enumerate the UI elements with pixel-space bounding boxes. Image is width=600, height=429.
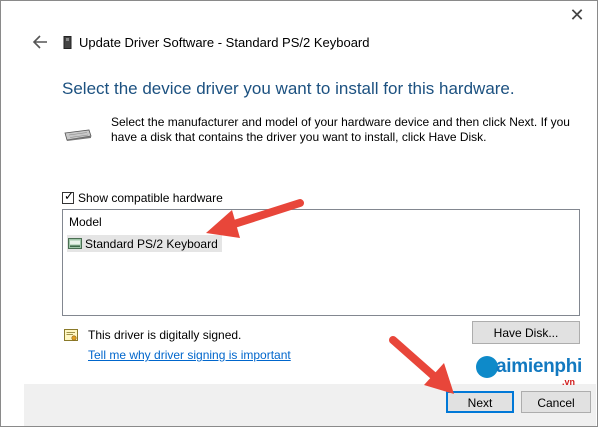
back-arrow-icon[interactable] <box>31 34 49 50</box>
list-item[interactable]: Standard PS/2 Keyboard <box>67 235 222 252</box>
checkmark-icon: ✓ <box>64 189 75 203</box>
instructions-text: Select the manufacturer and model of you… <box>111 115 570 144</box>
have-disk-button[interactable]: Have Disk... <box>472 321 580 344</box>
keyboard-device-icon <box>68 238 82 249</box>
certificate-icon <box>64 329 78 341</box>
show-compatible-label: Show compatible hardware <box>78 191 223 205</box>
model-list[interactable]: Model Standard PS/2 Keyboard <box>62 209 580 316</box>
page-heading: Select the device driver you want to ins… <box>62 79 515 98</box>
watermark-domain: .vn <box>562 377 576 387</box>
keyboard-icon <box>64 129 92 141</box>
signing-status: This driver is digitally signed. <box>88 328 242 342</box>
list-item-label: Standard PS/2 Keyboard <box>85 236 218 251</box>
device-icon <box>63 36 72 49</box>
window-title: Update Driver Software - Standard PS/2 K… <box>79 35 370 50</box>
close-button[interactable]: ✕ <box>567 6 587 26</box>
driver-signing-link[interactable]: Tell me why driver signing is important <box>88 348 291 362</box>
show-compatible-checkbox[interactable]: ✓ <box>62 189 75 204</box>
show-compatible-checkbox-row[interactable]: ✓ Show compatible hardware <box>62 189 223 205</box>
watermark-icon <box>476 356 498 378</box>
watermark-logo: aimienphi .vn <box>476 352 586 387</box>
cancel-button[interactable]: Cancel <box>521 391 591 413</box>
watermark-brand: aimienphi <box>496 356 582 377</box>
model-column-header: Model <box>69 215 102 229</box>
close-icon: ✕ <box>569 5 585 25</box>
next-button[interactable]: Next <box>446 391 514 413</box>
